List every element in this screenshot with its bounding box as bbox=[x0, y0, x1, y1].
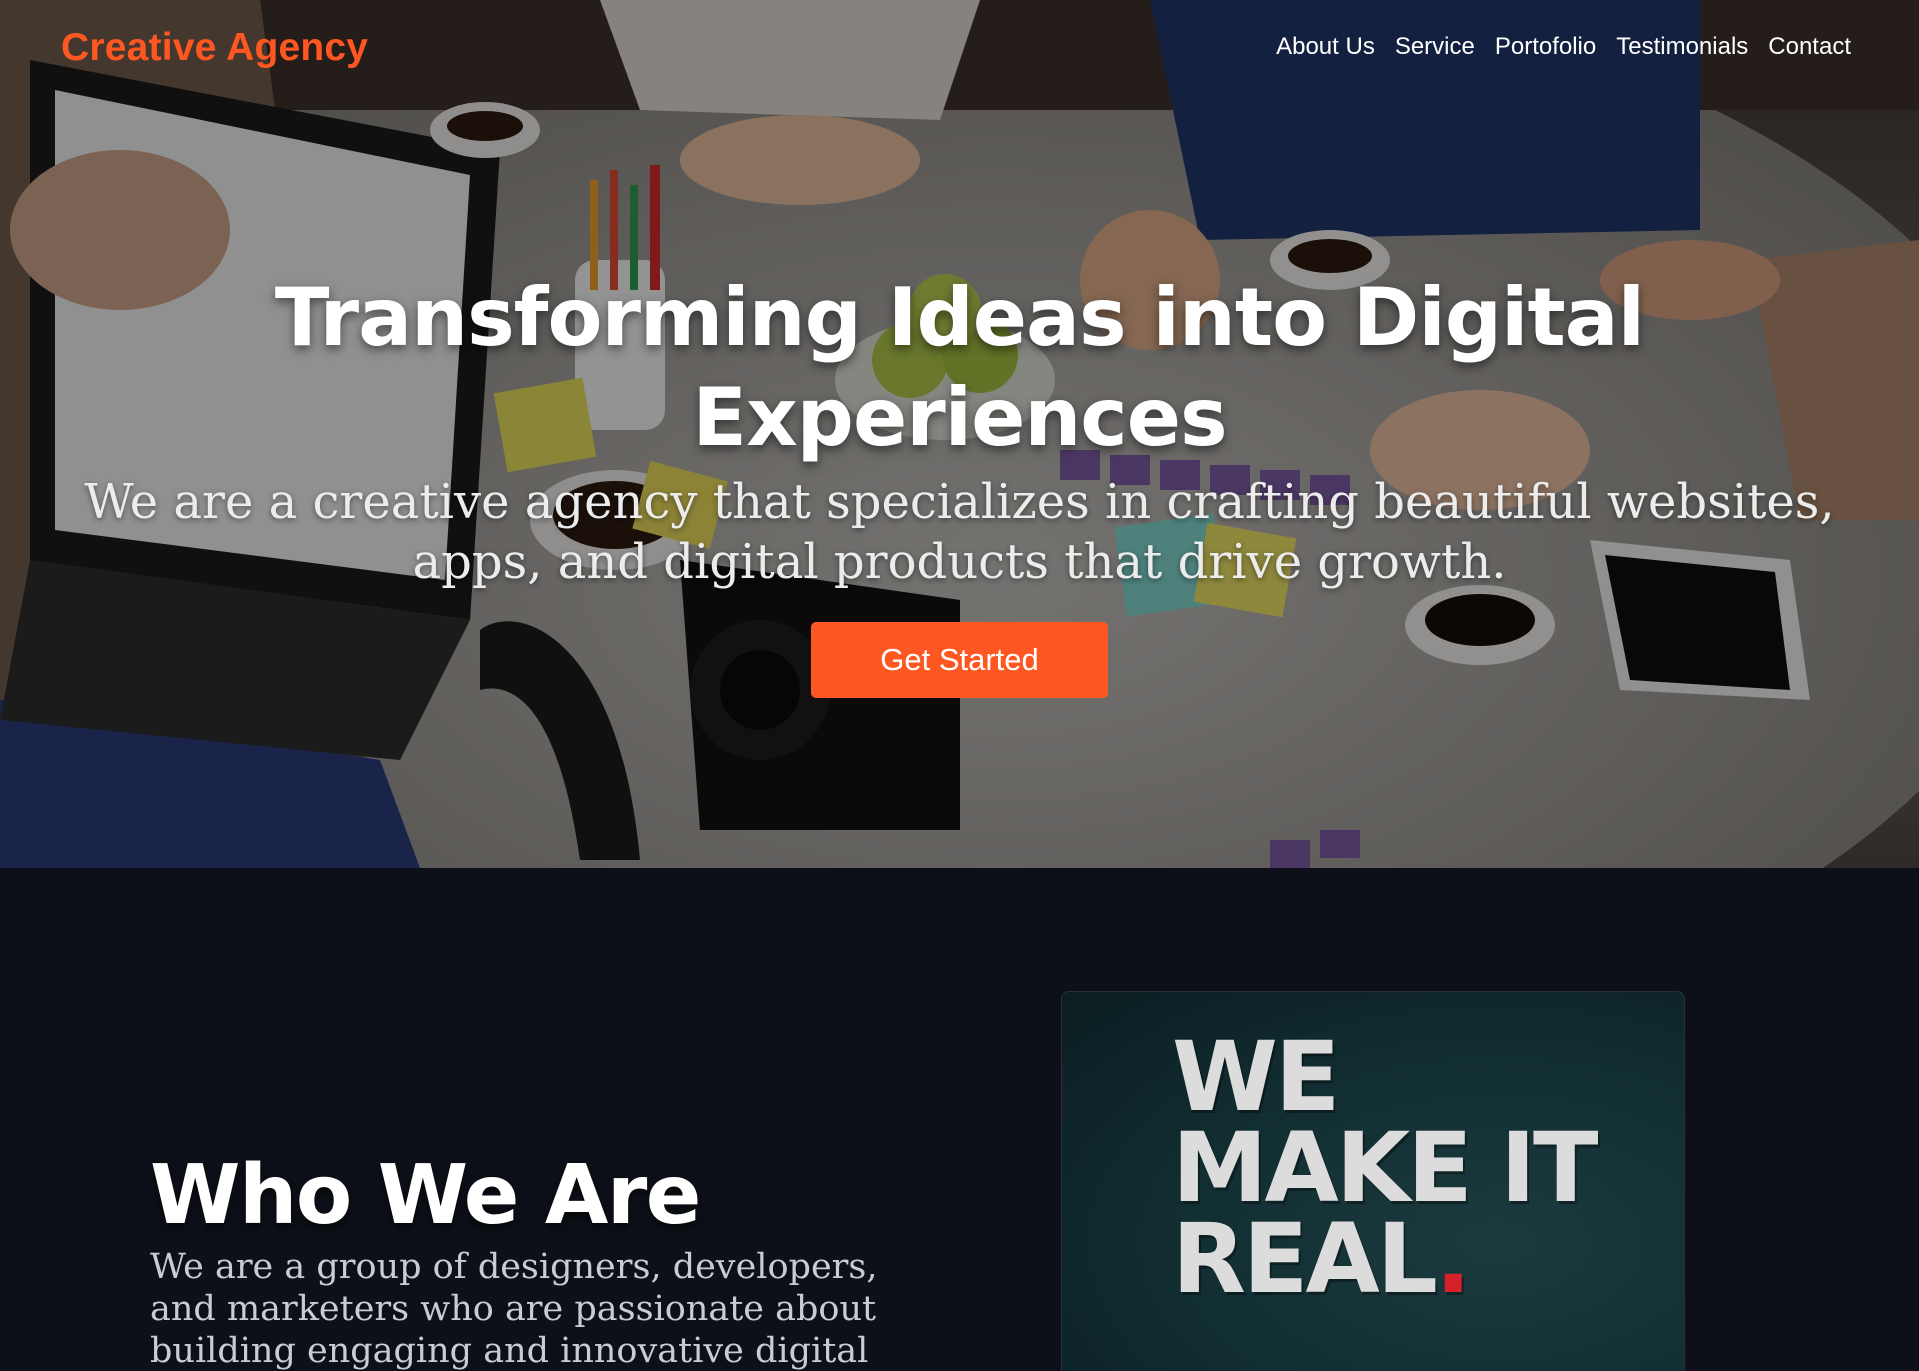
nav-links: About Us Service Portofolio Testimonials… bbox=[1276, 33, 1851, 61]
about-image-text: WE MAKE IT REAL. bbox=[1172, 1021, 1598, 1307]
hero-content: Transforming Ideas into Digital Experien… bbox=[0, 268, 1919, 698]
about-image: WE MAKE IT REAL. bbox=[1061, 991, 1685, 1371]
image-text-real: REAL bbox=[1172, 1203, 1438, 1315]
image-text-line-1: WE bbox=[1172, 1021, 1340, 1133]
nav-link-contact[interactable]: Contact bbox=[1768, 33, 1851, 61]
about-section: Who We Are We are a group of designers, … bbox=[0, 868, 1919, 1371]
hero-section: Creative Agency About Us Service Portofo… bbox=[0, 0, 1919, 868]
about-description: We are a group of designers, developers,… bbox=[150, 1247, 878, 1371]
nav-link-service[interactable]: Service bbox=[1395, 33, 1475, 61]
get-started-button[interactable]: Get Started bbox=[811, 622, 1108, 698]
image-text-line-3: REAL. bbox=[1172, 1211, 1595, 1307]
nav-link-portofolio[interactable]: Portofolio bbox=[1495, 33, 1596, 61]
nav-link-about-us[interactable]: About Us bbox=[1276, 33, 1375, 61]
hero-subtitle: We are a creative agency that specialize… bbox=[84, 474, 1835, 590]
image-text-line-2: MAKE IT bbox=[1172, 1112, 1598, 1224]
main-navbar: Creative Agency About Us Service Portofo… bbox=[0, 0, 1919, 95]
brand-logo[interactable]: Creative Agency bbox=[61, 26, 368, 70]
hero-title: Transforming Ideas into Digital Experien… bbox=[274, 271, 1645, 464]
nav-link-testimonials[interactable]: Testimonials bbox=[1616, 33, 1748, 61]
about-title: Who We Are bbox=[150, 1148, 701, 1243]
red-dot: . bbox=[1434, 1203, 1472, 1315]
